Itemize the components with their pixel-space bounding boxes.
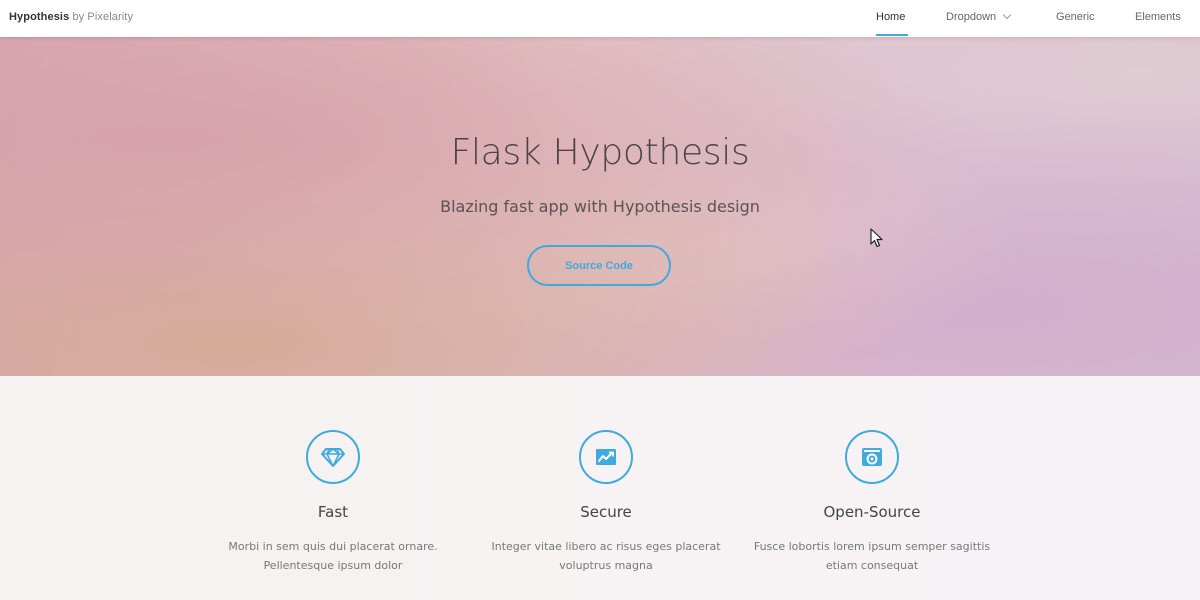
nav-generic[interactable]: Generic [1056,11,1095,23]
chart-icon [579,430,633,484]
nav-home[interactable]: Home [876,11,905,23]
feature-desc-line: Pellentesque ipsum dolor [263,559,403,572]
hero-title: Flask Hypothesis [450,132,750,173]
feature-title: Secure [580,503,632,521]
nav-dropdown[interactable]: Dropdown [946,10,1012,23]
feature-title: Fast [317,503,349,521]
nav-active-underline [876,34,908,36]
site-header: Hypothesis by Pixelarity Home Dropdown G… [0,0,1200,37]
feature-desc-line: voluptrus magna [559,559,653,572]
mouse-cursor-icon [870,228,883,248]
feature-desc-line: Fusce lobortis lorem ipsum semper sagitt… [753,540,991,553]
camera-icon [845,430,899,484]
feature-description: Integer vitae libero ac risus eges place… [486,537,726,575]
chevron-down-icon [1002,10,1012,20]
hero-banner: Flask Hypothesis Blazing fast app with H… [0,37,1200,376]
feature-desc-line: etiam consequat [825,559,919,572]
brand-byline: by Pixelarity [69,11,134,23]
feature-description: Morbi in sem quis dui placerat ornare. P… [213,537,453,575]
feature-title: Open-Source [823,503,921,521]
feature-desc-line: Morbi in sem quis dui placerat ornare. [228,540,438,553]
nav-dropdown-label: Dropdown [946,11,997,23]
diamond-icon [306,430,360,484]
brand-name[interactable]: Hypothesis [9,11,69,23]
feature-description: Fusce lobortis lorem ipsum semper sagitt… [752,537,992,575]
features-section: Fast Morbi in sem quis dui placerat orna… [0,376,1200,600]
source-code-button[interactable]: Source Code [527,245,671,286]
hero-subtitle: Blazing fast app with Hypothesis design [440,197,760,216]
nav-elements[interactable]: Elements [1135,11,1181,23]
brand-logo[interactable]: Hypothesis by Pixelarity [9,11,133,23]
feature-desc-line: Integer vitae libero ac risus eges place… [491,540,721,553]
